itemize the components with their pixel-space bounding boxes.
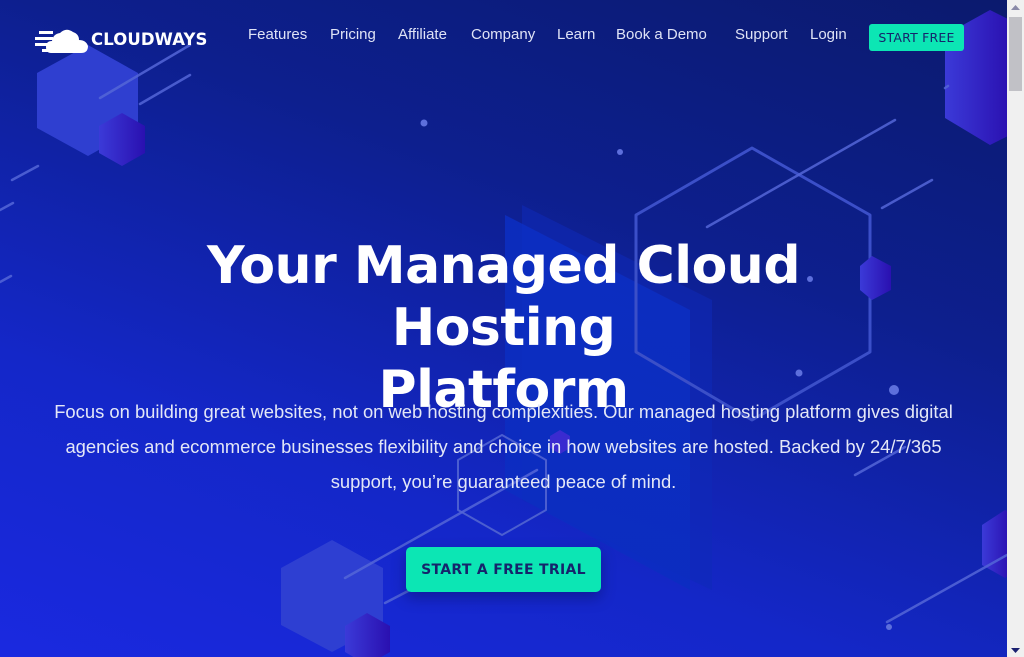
nav-company[interactable]: Company: [471, 26, 538, 43]
nav-pricing[interactable]: Pricing: [330, 26, 379, 43]
bg-dot: [886, 624, 892, 630]
hero-section: CLOUDWAYS Features Pricing Affiliate Com…: [0, 0, 1007, 657]
bg-line: [705, 118, 897, 229]
bg-line: [10, 164, 40, 182]
brand-name: CLOUDWAYS: [91, 29, 208, 49]
scrollbar-thumb[interactable]: [1009, 17, 1022, 91]
cloud-speed-icon: [35, 29, 88, 53]
nav-login[interactable]: Login: [810, 26, 849, 43]
bg-line: [943, 84, 950, 90]
nav-features[interactable]: Features: [248, 26, 311, 43]
scroll-up-arrow-icon[interactable]: [1007, 0, 1024, 14]
bg-line: [0, 274, 13, 284]
bg-line: [0, 201, 15, 212]
hero-headline-line1: Your Managed Cloud Hosting: [206, 236, 801, 358]
scroll-down-arrow-icon[interactable]: [1007, 643, 1024, 657]
brand-logo[interactable]: CLOUDWAYS: [33, 24, 208, 54]
bg-dot: [420, 119, 428, 127]
bg-line: [383, 588, 412, 605]
vertical-scrollbar[interactable]: [1007, 0, 1024, 657]
bg-line: [885, 553, 1007, 624]
nav-learn[interactable]: Learn: [557, 26, 597, 43]
start-free-trial-button[interactable]: START A FREE TRIAL: [406, 547, 601, 592]
main-nav: Features Pricing Affiliate Company Learn…: [248, 26, 849, 43]
nav-affiliate[interactable]: Affiliate: [398, 26, 452, 43]
site-header: CLOUDWAYS Features Pricing Affiliate Com…: [0, 0, 1007, 76]
bg-line: [880, 178, 934, 210]
bg-line: [138, 73, 192, 106]
nav-support[interactable]: Support: [735, 26, 791, 43]
nav-book-a-demo[interactable]: Book a Demo: [616, 26, 716, 43]
bg-dot: [617, 149, 623, 155]
hero-subtext: Focus on building great websites, not on…: [54, 401, 953, 492]
start-free-button[interactable]: START FREE: [869, 24, 964, 51]
